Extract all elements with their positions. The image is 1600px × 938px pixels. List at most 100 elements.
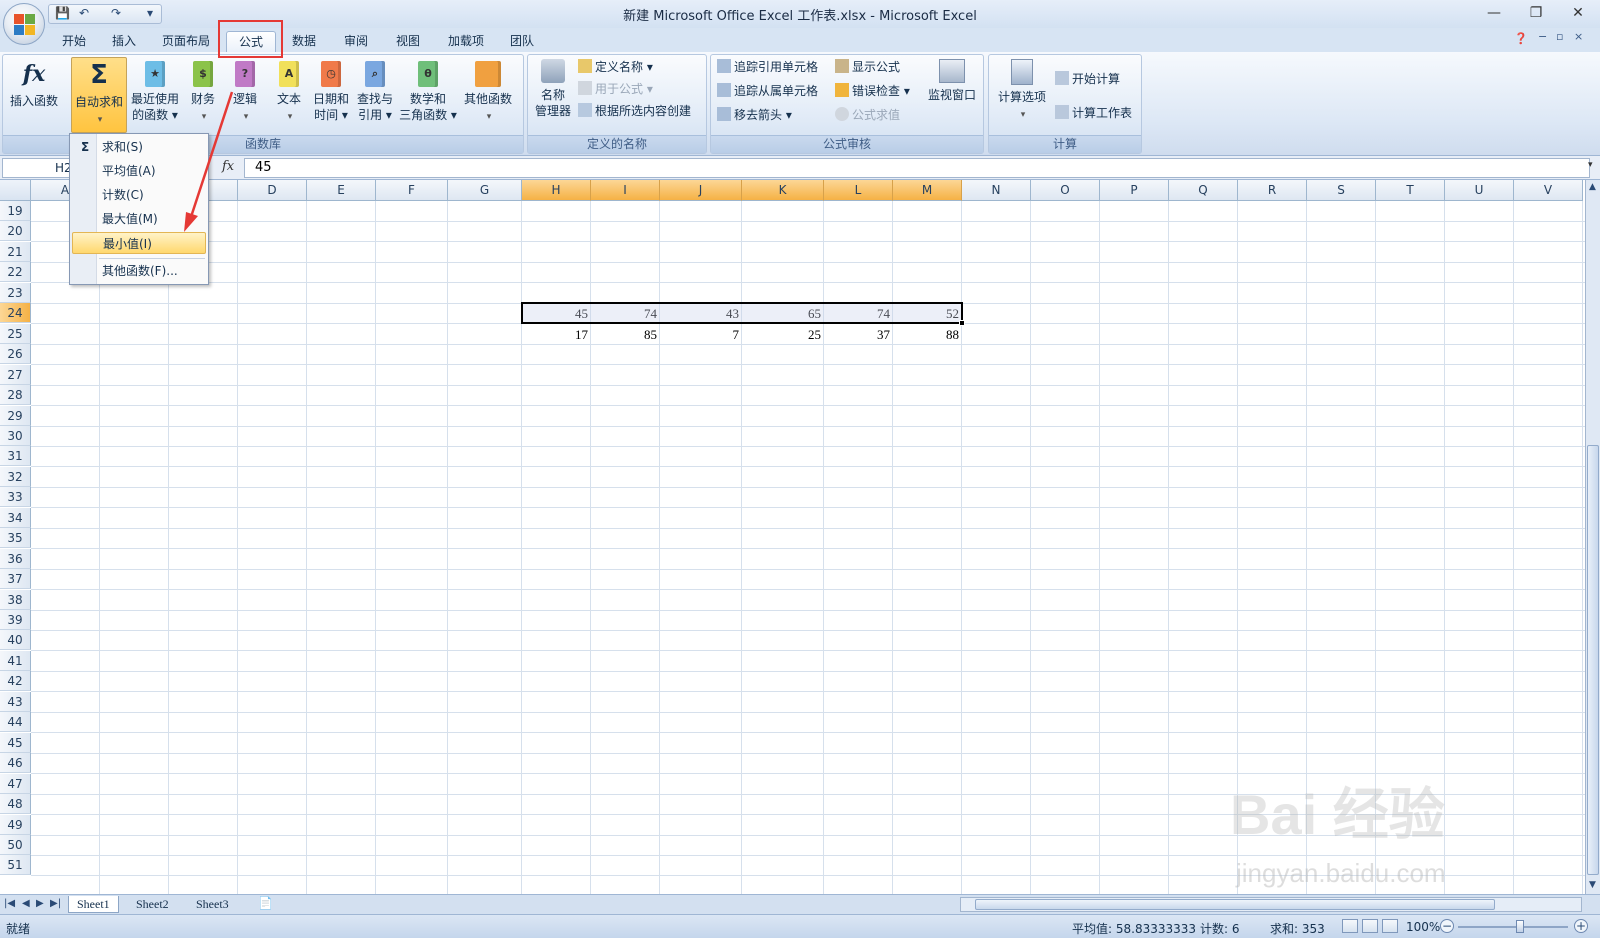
row-header-41[interactable]: 41 xyxy=(0,650,31,671)
column-header-p[interactable]: P xyxy=(1100,180,1169,201)
menu-item-max[interactable]: 最大值(M) xyxy=(72,208,206,230)
column-header-o[interactable]: O xyxy=(1031,180,1100,201)
row-header-43[interactable]: 43 xyxy=(0,691,31,712)
tab-home[interactable]: 开始 xyxy=(52,31,96,52)
formula-input[interactable]: 45 xyxy=(244,158,1590,178)
zoom-out-icon[interactable]: − xyxy=(1440,919,1454,933)
restore-button[interactable]: ❐ xyxy=(1516,2,1556,24)
math-trig-button[interactable]: θ 数学和 三角函数 ▾ xyxy=(399,57,457,123)
column-header-e[interactable]: E xyxy=(307,180,376,201)
close-button[interactable]: ✕ xyxy=(1558,2,1598,24)
row-header-21[interactable]: 21 xyxy=(0,241,31,262)
row-header-46[interactable]: 46 xyxy=(0,753,31,774)
row-header-38[interactable]: 38 xyxy=(0,589,31,610)
tab-view[interactable]: 视图 xyxy=(388,31,428,52)
lookup-button[interactable]: ⌕ 查找与 引用 ▾ xyxy=(353,57,397,123)
expand-formula-bar-icon[interactable]: ▾ xyxy=(1588,160,1593,170)
evaluate-formula-button[interactable]: 公式求值 xyxy=(835,105,900,125)
show-formulas-button[interactable]: 显示公式 xyxy=(835,57,900,77)
sheet-tab-sheet3[interactable]: Sheet3 xyxy=(188,896,237,913)
cell-j25[interactable]: 7 xyxy=(660,324,742,344)
tab-page-layout[interactable]: 页面布局 xyxy=(156,31,216,52)
tab-team[interactable]: 团队 xyxy=(502,31,542,52)
zoom-slider[interactable] xyxy=(1458,926,1568,928)
vertical-scroll-thumb[interactable] xyxy=(1587,445,1599,875)
column-header-i[interactable]: I xyxy=(591,180,660,201)
column-header-q[interactable]: Q xyxy=(1169,180,1238,201)
doc-restore-icon[interactable]: ▫ xyxy=(1556,30,1563,43)
tab-insert[interactable]: 插入 xyxy=(102,31,146,52)
column-header-u[interactable]: U xyxy=(1445,180,1514,201)
row-header-49[interactable]: 49 xyxy=(0,814,31,835)
menu-item-average[interactable]: 平均值(A) xyxy=(72,160,206,182)
doc-minimize-icon[interactable]: − xyxy=(1538,30,1547,43)
datetime-button[interactable]: ◷ 日期和 时间 ▾ xyxy=(309,57,353,123)
row-header-20[interactable]: 20 xyxy=(0,221,31,242)
sheet-tab-sheet1[interactable]: Sheet1 xyxy=(68,896,119,913)
row-header-24[interactable]: 24 xyxy=(0,303,31,324)
column-header-m[interactable]: M xyxy=(893,180,962,201)
cell-k25[interactable]: 25 xyxy=(742,324,824,344)
row-header-28[interactable]: 28 xyxy=(0,385,31,406)
doc-close-icon[interactable]: × xyxy=(1574,30,1583,43)
row-header-40[interactable]: 40 xyxy=(0,630,31,651)
row-header-23[interactable]: 23 xyxy=(0,282,31,303)
row-header-51[interactable]: 51 xyxy=(0,855,31,876)
vertical-scrollbar[interactable]: ▲ ▼ xyxy=(1585,180,1600,894)
calc-now-button[interactable]: 开始计算 xyxy=(1055,69,1120,89)
prev-sheet-icon[interactable]: ◀ xyxy=(22,898,30,909)
row-header-30[interactable]: 30 xyxy=(0,425,31,446)
use-in-formula-button[interactable]: 用于公式 ▾ xyxy=(578,79,653,99)
menu-item-sum[interactable]: Σ 求和(S) xyxy=(72,136,206,158)
column-header-n[interactable]: N xyxy=(962,180,1031,201)
column-header-r[interactable]: R xyxy=(1238,180,1307,201)
zoom-level[interactable]: 100% xyxy=(1406,920,1440,934)
trace-precedents-button[interactable]: 追踪引用单元格 xyxy=(717,57,818,77)
column-header-f[interactable]: F xyxy=(376,180,448,201)
new-sheet-icon[interactable]: 📄 xyxy=(258,896,273,910)
row-header-34[interactable]: 34 xyxy=(0,507,31,528)
cell-i25[interactable]: 85 xyxy=(591,324,660,344)
row-header-48[interactable]: 48 xyxy=(0,794,31,815)
next-sheet-icon[interactable]: ▶ xyxy=(36,898,44,909)
row-header-45[interactable]: 45 xyxy=(0,732,31,753)
cell-m25[interactable]: 88 xyxy=(893,324,962,344)
insert-function-button[interactable]: fx 插入函数 xyxy=(5,57,63,109)
sheet-tab-sheet2[interactable]: Sheet2 xyxy=(128,896,177,913)
calc-options-button[interactable]: 计算选项 ▾ xyxy=(993,57,1051,123)
office-button[interactable] xyxy=(3,3,45,45)
zoom-in-icon[interactable]: + xyxy=(1574,919,1588,933)
row-header-29[interactable]: 29 xyxy=(0,405,31,426)
first-sheet-icon[interactable]: |◀ xyxy=(4,898,15,909)
tab-data[interactable]: 数据 xyxy=(284,31,324,52)
menu-item-count[interactable]: 计数(C) xyxy=(72,184,206,206)
normal-view-icon[interactable] xyxy=(1342,919,1358,933)
menu-item-more-functions[interactable]: 其他函数(F)... xyxy=(72,260,206,282)
column-header-l[interactable]: L xyxy=(824,180,893,201)
help-icon[interactable]: ❓ xyxy=(1514,32,1528,45)
worksheet-grid[interactable]: ABCDEFGHIJKLMNOPQRSTUV192021222324457443… xyxy=(0,180,1585,894)
zoom-slider-knob[interactable] xyxy=(1516,920,1524,933)
menu-item-min[interactable]: 最小值(I) xyxy=(72,232,206,254)
minimize-button[interactable]: — xyxy=(1474,2,1514,24)
tab-addins[interactable]: 加载项 xyxy=(440,31,492,52)
logical-button[interactable]: ? 逻辑 ▾ xyxy=(227,57,263,125)
scroll-down-icon[interactable]: ▼ xyxy=(1589,880,1596,890)
autosum-button[interactable]: Σ 自动求和 ▾ xyxy=(71,57,127,133)
row-header-44[interactable]: 44 xyxy=(0,712,31,733)
column-header-h[interactable]: H xyxy=(522,180,591,201)
name-manager-button[interactable]: 名称 管理器 xyxy=(530,57,576,119)
row-header-27[interactable]: 27 xyxy=(0,364,31,385)
fill-handle[interactable] xyxy=(959,319,965,326)
recent-functions-button[interactable]: ★ 最近使用 的函数 ▾ xyxy=(127,57,183,123)
row-header-36[interactable]: 36 xyxy=(0,548,31,569)
cell-l25[interactable]: 37 xyxy=(824,324,893,344)
horizontal-scroll-thumb[interactable] xyxy=(975,899,1495,910)
calc-sheet-button[interactable]: 计算工作表 xyxy=(1055,103,1132,123)
create-from-selection-button[interactable]: 根据所选内容创建 xyxy=(578,101,691,121)
trace-dependents-button[interactable]: 追踪从属单元格 xyxy=(717,81,818,101)
column-header-j[interactable]: J xyxy=(660,180,742,201)
row-header-22[interactable]: 22 xyxy=(0,262,31,283)
last-sheet-icon[interactable]: ▶| xyxy=(50,898,61,909)
row-header-42[interactable]: 42 xyxy=(0,671,31,692)
